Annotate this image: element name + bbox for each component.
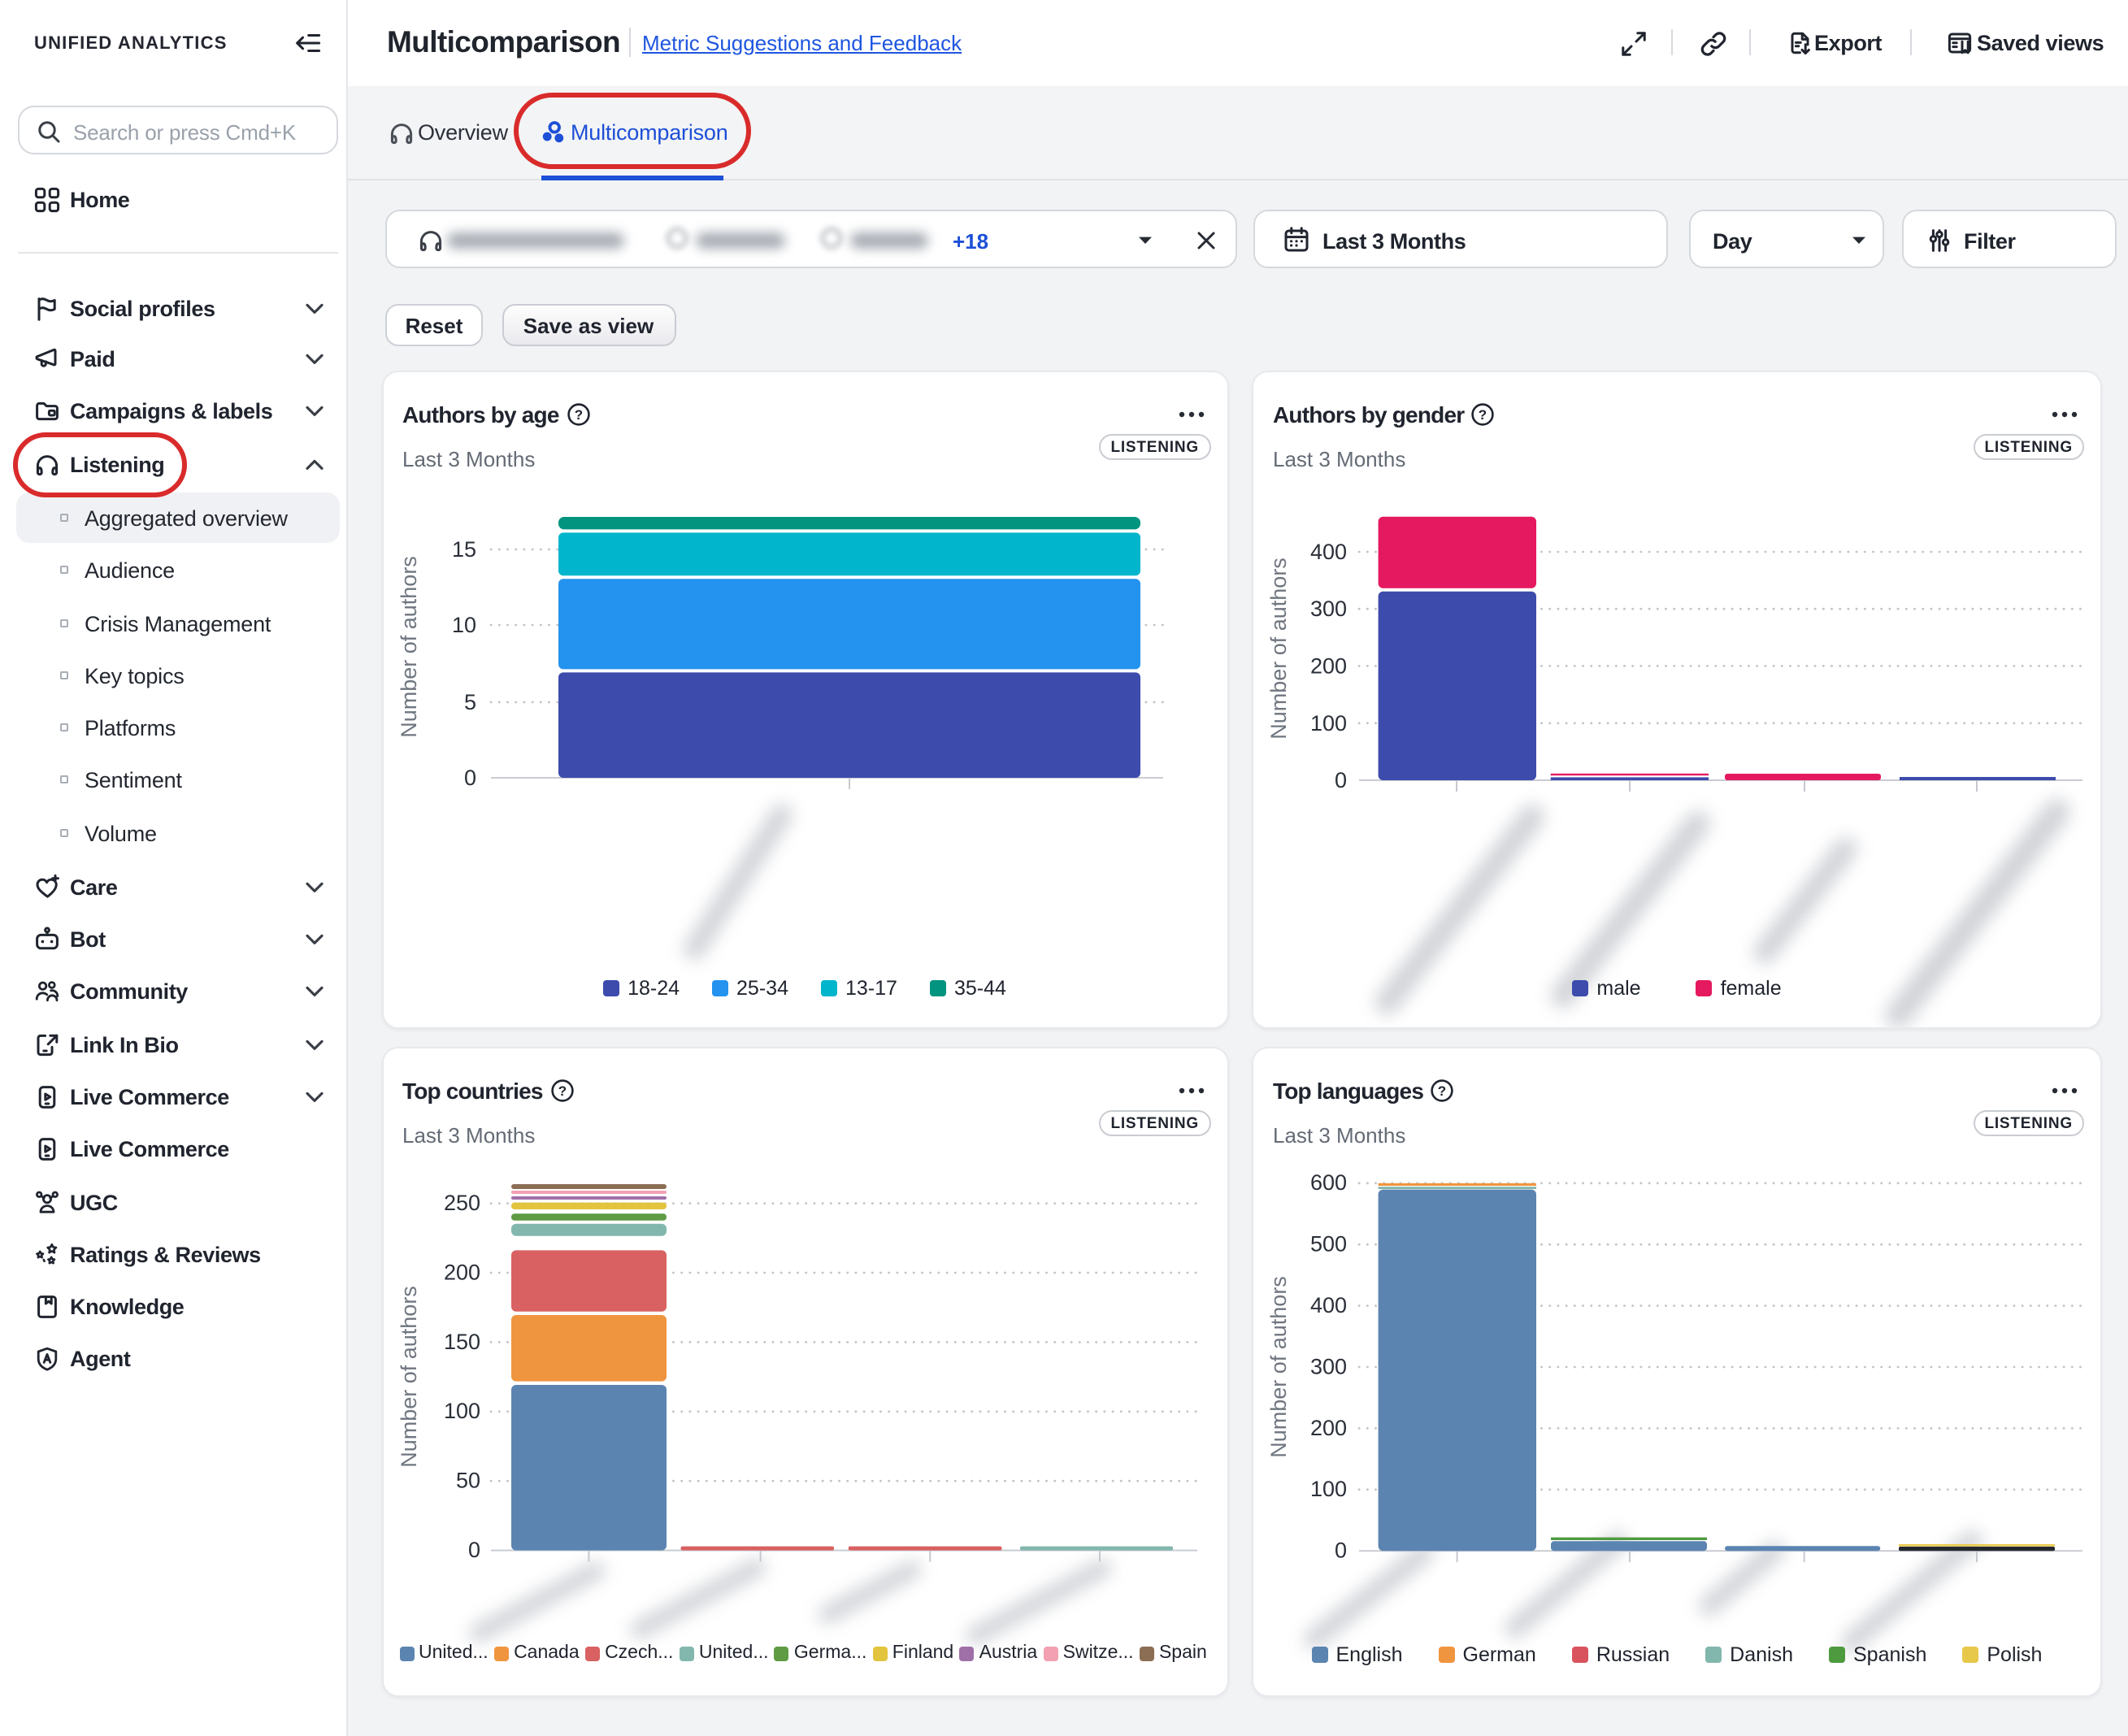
svg-text:0: 0 bbox=[1335, 1539, 1347, 1563]
svg-text:400: 400 bbox=[1310, 540, 1347, 564]
svg-text:Number of authors: Number of authors bbox=[396, 556, 420, 738]
svg-text:Number of authors: Number of authors bbox=[1266, 558, 1291, 740]
svg-text:300: 300 bbox=[1310, 597, 1347, 621]
svg-text:50: 50 bbox=[455, 1469, 480, 1493]
svg-text:150: 150 bbox=[443, 1330, 480, 1354]
svg-text:0: 0 bbox=[1335, 768, 1347, 792]
svg-text:0: 0 bbox=[463, 766, 476, 790]
svg-text:100: 100 bbox=[443, 1399, 480, 1423]
svg-text:500: 500 bbox=[1310, 1232, 1347, 1256]
svg-text:400: 400 bbox=[1310, 1293, 1347, 1317]
svg-text:100: 100 bbox=[1310, 711, 1347, 736]
svg-text:5: 5 bbox=[463, 690, 476, 714]
svg-text:200: 200 bbox=[1310, 653, 1347, 678]
svg-text:?: ? bbox=[558, 1083, 566, 1099]
svg-text:?: ? bbox=[1438, 1083, 1446, 1099]
svg-text:250: 250 bbox=[443, 1191, 480, 1215]
svg-text:300: 300 bbox=[1310, 1354, 1347, 1378]
svg-text:Number of authors: Number of authors bbox=[396, 1286, 420, 1468]
svg-text:?: ? bbox=[1479, 407, 1487, 423]
svg-text:600: 600 bbox=[1310, 1170, 1347, 1195]
svg-text:200: 200 bbox=[443, 1260, 480, 1284]
svg-text:?: ? bbox=[574, 407, 582, 423]
svg-text:15: 15 bbox=[451, 537, 476, 562]
svg-text:10: 10 bbox=[451, 613, 476, 637]
svg-text:0: 0 bbox=[467, 1538, 480, 1562]
svg-text:Number of authors: Number of authors bbox=[1266, 1276, 1291, 1458]
svg-text:200: 200 bbox=[1310, 1416, 1347, 1440]
svg-text:100: 100 bbox=[1310, 1477, 1347, 1501]
